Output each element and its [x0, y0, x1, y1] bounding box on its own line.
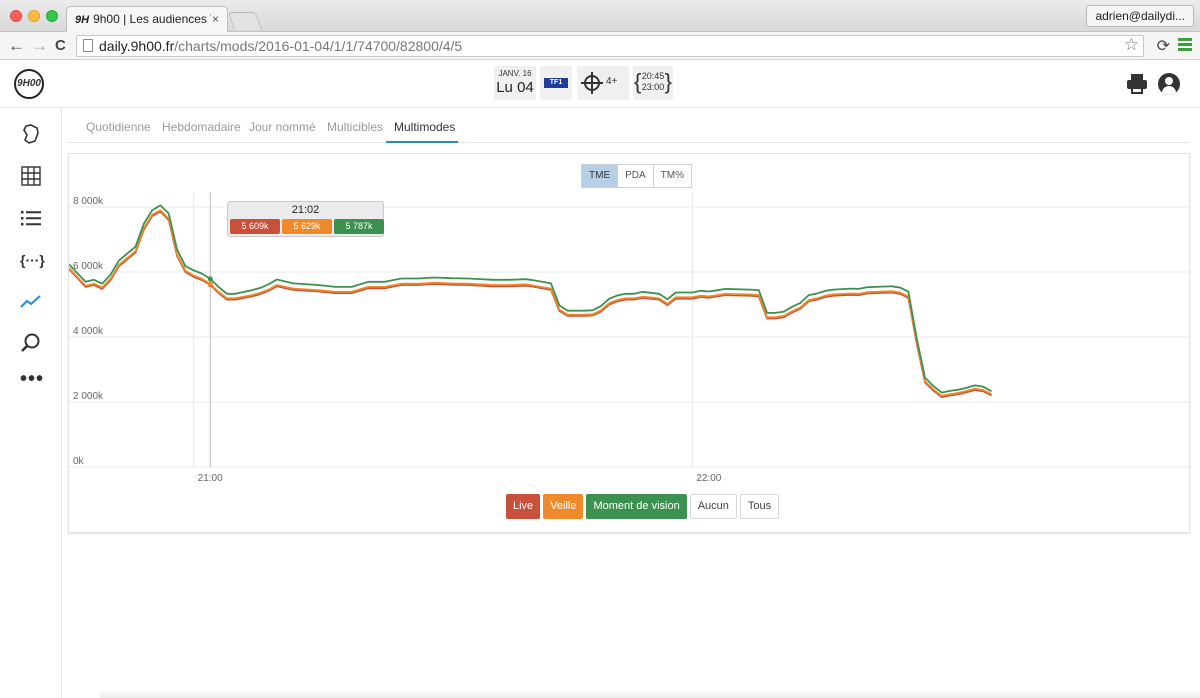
tab-jour-nomme[interactable]: Jour nommé [249, 120, 316, 134]
view-tabs: Quotidienne Hebdomadaire Jour nommé Mult… [68, 112, 1190, 143]
left-brace-icon: { [634, 69, 642, 94]
channel-selector[interactable]: TF1 [540, 66, 572, 100]
x-tick-label: 22:00 [696, 473, 721, 484]
veille-series-button[interactable]: Veille [543, 494, 584, 519]
browser-titlebar: 9H9h00 | Les audiences TV a × adrien@dai… [0, 0, 1200, 32]
maximize-window-button[interactable] [46, 10, 58, 22]
y-tick-label: 0k [73, 456, 85, 467]
reload-icon[interactable]: C [55, 36, 66, 56]
user-profile-icon[interactable] [1158, 73, 1180, 95]
bookmark-star-icon[interactable]: ☆ [1124, 35, 1139, 55]
series-toggle-group: Live Veille Moment de vision Aucun Tous [506, 494, 780, 519]
new-tab-button[interactable] [227, 12, 263, 30]
url-host: daily.9h00.fr [99, 38, 175, 54]
france-map-icon[interactable] [20, 123, 42, 145]
tab-title: 9h00 | Les audiences TV a [93, 12, 211, 26]
crosshair-point [207, 281, 213, 287]
tf1-logo-text: TF1 [549, 79, 563, 86]
right-brace-icon: } [664, 69, 672, 94]
x-tick-label: 21:00 [198, 473, 223, 484]
sidebar: {···} ••• [0, 108, 62, 698]
grid-icon[interactable] [20, 165, 42, 187]
y-tick-label: 2 000k [73, 391, 104, 402]
chart-tooltip: 21:02 5 609k 5 629k 5 787k [227, 201, 384, 237]
printer-icon[interactable] [1127, 74, 1147, 94]
tab-close-icon[interactable]: × [212, 7, 219, 31]
search-icon[interactable] [20, 332, 42, 354]
trend-chart-icon[interactable] [20, 290, 42, 312]
y-tick-label: 8 000k [73, 196, 104, 207]
page-icon [83, 39, 93, 52]
crosshair-point [207, 276, 213, 282]
browser-user-button[interactable]: adrien@dailydi... [1086, 5, 1194, 27]
browser-toolbar: ← → C daily.9h00.fr/charts/mods/2016-01-… [0, 32, 1200, 60]
json-braces-icon[interactable]: {···} [20, 249, 45, 271]
target-selector[interactable]: 4+ [577, 66, 629, 100]
active-tab-indicator [386, 141, 458, 143]
url-path: /charts/mods/2016-01-04/1/1/74700/82800/… [174, 38, 463, 54]
tooltip-live-value: 5 609k [230, 219, 280, 234]
browser-menu-icon[interactable] [1178, 38, 1192, 53]
crosshair-icon [581, 72, 603, 94]
tf1-logo: TF1 [544, 78, 568, 88]
list-icon[interactable] [20, 207, 42, 229]
more-icon[interactable]: ••• [20, 369, 43, 394]
series-line-moment-de-vision [69, 204, 992, 394]
time-range-selector[interactable]: { 20:45 23:00 } [633, 66, 673, 100]
live-series-button[interactable]: Live [506, 494, 541, 519]
aucun-button[interactable]: Aucun [689, 494, 737, 519]
browser-tab[interactable]: 9H9h00 | Les audiences TV a × [66, 6, 228, 32]
date-month: JANV. 16 [498, 69, 532, 78]
tab-multimodes[interactable]: Multimodes [394, 120, 455, 134]
y-tick-label: 4 000k [73, 326, 104, 337]
back-arrow-icon[interactable]: ← [8, 36, 25, 56]
date-day: Lu 04 [496, 79, 534, 96]
tab-multicibles[interactable]: Multicibles [327, 120, 383, 134]
chart-panel: TME PDA TM% 8 000k 6 000k 4 000k 2 000k 0k 21… [68, 153, 1191, 533]
extension-icon[interactable]: ⟳ [1157, 36, 1170, 56]
minimize-window-button[interactable] [28, 10, 40, 22]
series-line-veille [69, 209, 992, 397]
tooltip-veille-value: 5 629k [282, 219, 332, 234]
date-selector[interactable]: JANV. 16 Lu 04 [494, 66, 536, 100]
tab-favicon: 9H [75, 14, 90, 26]
tooltip-time: 21:02 [291, 204, 320, 216]
y-tick-label: 6 000k [73, 261, 104, 272]
tab-quotidienne[interactable]: Quotidienne [86, 120, 151, 134]
forward-arrow-icon[interactable]: → [31, 36, 48, 56]
page-bottom-shadow [100, 690, 1200, 698]
close-window-button[interactable] [10, 10, 22, 22]
series-line-live [69, 210, 992, 398]
tooltip-moment-value: 5 787k [334, 219, 384, 234]
tab-hebdomadaire[interactable]: Hebdomadaire [162, 120, 241, 134]
moment-de-vision-series-button[interactable]: Moment de vision [586, 494, 687, 519]
target-label: 4+ [606, 76, 618, 87]
app-header: 9H00 JANV. 16 Lu 04 TF1 4+ { 20:45 23:00… [0, 60, 1200, 108]
tous-button[interactable]: Tous [739, 494, 780, 519]
address-bar[interactable]: daily.9h00.fr/charts/mods/2016-01-04/1/1… [76, 35, 1144, 57]
app-logo[interactable]: 9H00 [14, 69, 44, 99]
